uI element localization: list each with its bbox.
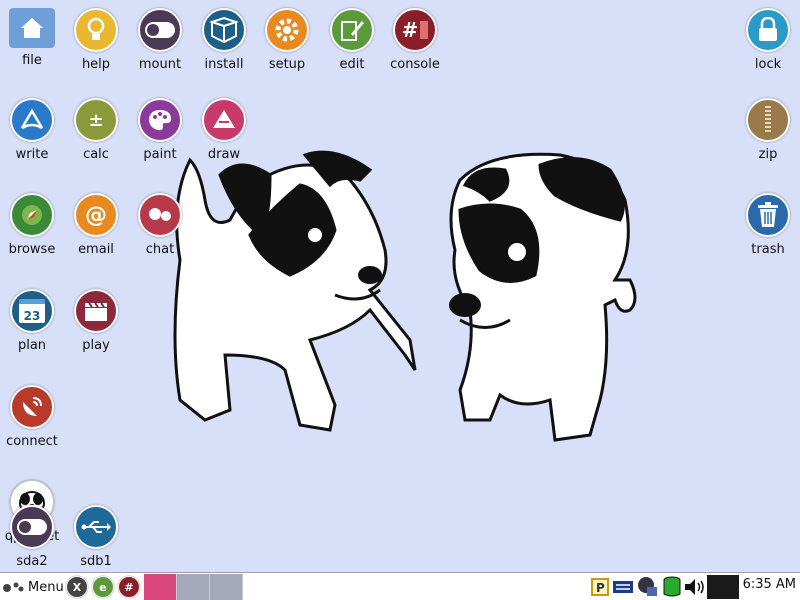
desktop-icon-label: mount	[138, 57, 182, 72]
padlock-icon	[746, 8, 790, 52]
vector-draw-icon	[202, 98, 246, 142]
taskbar-launcher-browser[interactable]: e	[92, 576, 114, 598]
desktop-icon-sda2[interactable]: sda2	[0, 505, 64, 569]
usb-drive-icon	[74, 505, 118, 549]
desktop-icon-label: install	[204, 57, 244, 72]
taskbar-clock[interactable]: 6:35 AM	[743, 577, 796, 592]
desktop-icon-setup[interactable]: setup	[255, 8, 319, 72]
zip-archive-icon	[746, 98, 790, 142]
desktop-icon-label: lock	[754, 57, 782, 72]
trash-can-icon	[746, 193, 790, 237]
calendar-icon: 23	[10, 289, 54, 333]
network-icon[interactable]	[612, 576, 634, 598]
launcher-browser-glyph: e	[99, 580, 107, 594]
desktop-icon-install[interactable]: install	[192, 8, 256, 72]
desktop-icon-label: connect	[6, 434, 58, 449]
chat-bubbles-icon	[138, 193, 182, 237]
taskbar: Menu X e # P 6:35 AM	[0, 572, 800, 600]
desktop-icon-console[interactable]: # console	[383, 8, 447, 72]
blank-icon	[707, 575, 739, 599]
launcher-x-glyph: X	[72, 580, 82, 594]
workspace-1[interactable]	[144, 574, 177, 600]
desktop-icon-calc[interactable]: ± calc	[64, 98, 128, 162]
desktop-icon-label: write	[15, 147, 49, 162]
desktop-icon-label: console	[390, 57, 440, 72]
update-icon[interactable]	[637, 576, 659, 598]
menu-label: Menu	[28, 579, 64, 595]
desktop-icon-sdb1[interactable]: sdb1	[64, 505, 128, 569]
volume-icon[interactable]	[684, 576, 706, 598]
toggle-switch-icon	[138, 8, 182, 52]
satellite-dish-icon	[10, 385, 54, 429]
desktop-icon-paint[interactable]: paint	[128, 98, 192, 162]
puppy-left-nose	[358, 266, 382, 284]
desktop-icon-label: calc	[83, 147, 109, 162]
desktop-icon-label: zip	[758, 147, 778, 162]
document-write-icon	[10, 98, 54, 142]
desktop-icon-label: paint	[143, 147, 177, 162]
desktop-icon-browse[interactable]: browse	[0, 193, 64, 257]
desktop: file help mount install setup edit # con…	[0, 0, 800, 600]
paint-palette-icon	[138, 98, 182, 142]
desktop-icon-label: browse	[8, 242, 56, 257]
terminal-icon: #	[393, 8, 437, 52]
email-at-icon: @	[74, 193, 118, 237]
desktop-icon-label: edit	[339, 57, 365, 72]
puppy-left-eye	[306, 226, 324, 244]
workspace-2[interactable]	[177, 574, 210, 600]
clapperboard-icon	[74, 289, 118, 333]
storage-icon[interactable]	[662, 576, 682, 598]
lightbulb-icon	[74, 8, 118, 52]
desktop-icon-zip[interactable]: zip	[736, 98, 800, 162]
desktop-icon-edit[interactable]: edit	[320, 8, 384, 72]
desktop-icon-trash[interactable]: trash	[736, 193, 800, 257]
taskbar-launcher-console[interactable]: #	[118, 576, 140, 598]
desktop-icon-label: setup	[268, 57, 306, 72]
desktop-icon-label: plan	[17, 338, 47, 353]
desktop-icon-label: email	[78, 242, 114, 257]
desktop-icon-label: help	[81, 57, 111, 72]
calc-glyph: ±	[88, 109, 104, 131]
menu-paw-icon	[3, 582, 24, 592]
launcher-console-glyph: #	[124, 580, 134, 594]
globe-compass-icon	[10, 193, 54, 237]
folder-home-icon	[9, 8, 55, 48]
email-glyph: @	[85, 202, 107, 228]
package-box-icon	[202, 8, 246, 52]
gear-icon	[265, 8, 309, 52]
desktop-icon-mount[interactable]: mount	[128, 8, 192, 72]
desktop-icon-plan[interactable]: 23 plan	[0, 289, 64, 353]
desktop-icon-draw[interactable]: draw	[192, 98, 256, 162]
desktop-icon-help[interactable]: help	[64, 8, 128, 72]
desktop-icon-label: draw	[207, 147, 241, 162]
drive-toggle-icon	[10, 505, 54, 549]
desktop-icon-play[interactable]: play	[64, 289, 128, 353]
workspace-3[interactable]	[210, 574, 243, 600]
svg-text:P: P	[596, 581, 605, 595]
console-glyph: #	[401, 18, 419, 42]
calculator-icon: ±	[74, 98, 118, 142]
printer-icon[interactable]: P	[591, 576, 609, 598]
desktop-icon-email[interactable]: @ email	[64, 193, 128, 257]
desktop-icon-chat[interactable]: chat	[128, 193, 192, 257]
desktop-icon-label: file	[22, 53, 42, 68]
desktop-icon-label: chat	[145, 242, 175, 257]
desktop-icon-write[interactable]: write	[0, 98, 64, 162]
desktop-icon-file[interactable]: file	[0, 8, 64, 68]
puppy-right-eye	[506, 241, 528, 263]
desktop-icon-label: play	[82, 338, 110, 353]
start-menu-button[interactable]: Menu	[2, 575, 64, 599]
desktop-icon-label: trash	[751, 242, 785, 257]
desktop-icon-label: sda2	[16, 554, 48, 569]
edit-pencil-icon	[330, 8, 374, 52]
desktop-icon-lock[interactable]: lock	[736, 8, 800, 72]
puppy-right-nose	[449, 293, 481, 317]
desktop-icon-connect[interactable]: connect	[0, 385, 64, 449]
calendar-day: 23	[23, 309, 41, 323]
desktop-icon-label: sdb1	[80, 554, 112, 569]
wallpaper-puppies	[173, 150, 637, 442]
taskbar-launcher-x[interactable]: X	[66, 576, 88, 598]
